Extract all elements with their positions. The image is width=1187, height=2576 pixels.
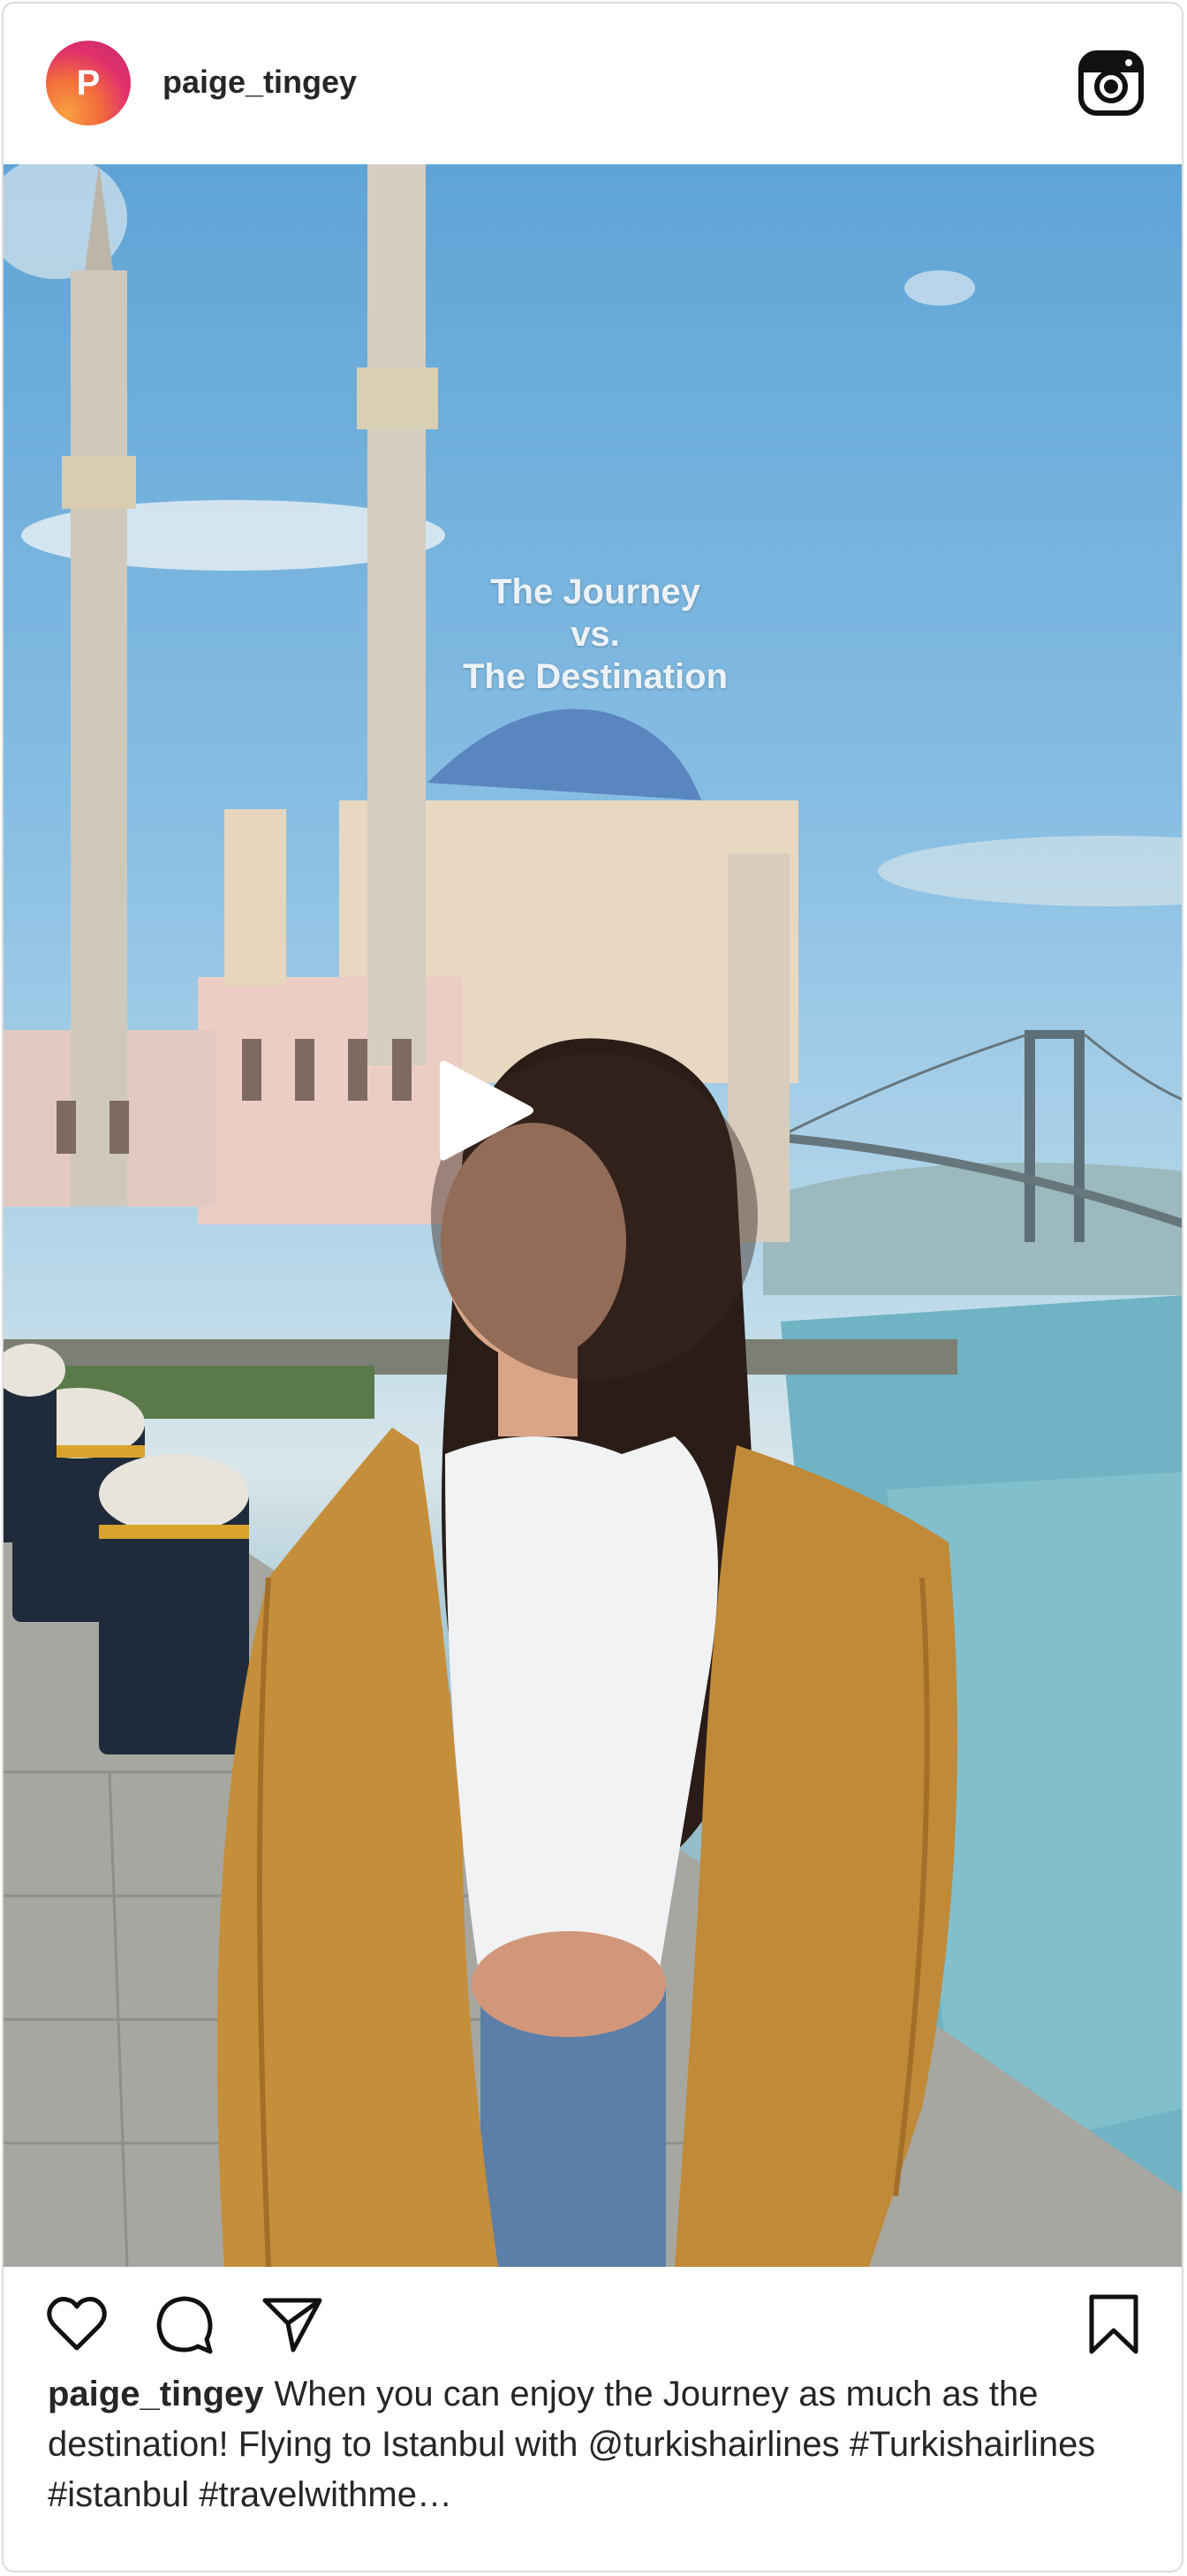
video-overlay-text: The Journey vs. The Destination [410,571,781,698]
overlay-line-3: The Destination [462,657,729,696]
bookmark-icon[interactable] [1083,2293,1145,2355]
overlay-line-1: The Journey [490,572,700,611]
post-header: P paige_tingey [4,4,1182,163]
play-button[interactable] [431,1053,758,1380]
post-caption: paige_tingey When you can enjoy the Journ… [48,2369,1125,2520]
paper-plane-icon[interactable] [261,2293,323,2355]
caption-username[interactable]: paige_tingey [48,2375,264,2413]
heart-icon[interactable] [46,2293,108,2355]
comment-icon[interactable] [154,2293,215,2355]
username[interactable]: paige_tingey [163,64,357,101]
post-media[interactable]: The Journey vs. The Destination [4,164,1182,2267]
post-card: P paige_tingey The Journey vs. The Desti… [2,2,1183,2572]
action-bar [4,2267,1182,2373]
avatar[interactable]: P [46,41,131,125]
instagram-icon[interactable] [1077,49,1145,117]
overlay-line-2: vs. [571,615,620,654]
play-icon [440,1060,533,1161]
